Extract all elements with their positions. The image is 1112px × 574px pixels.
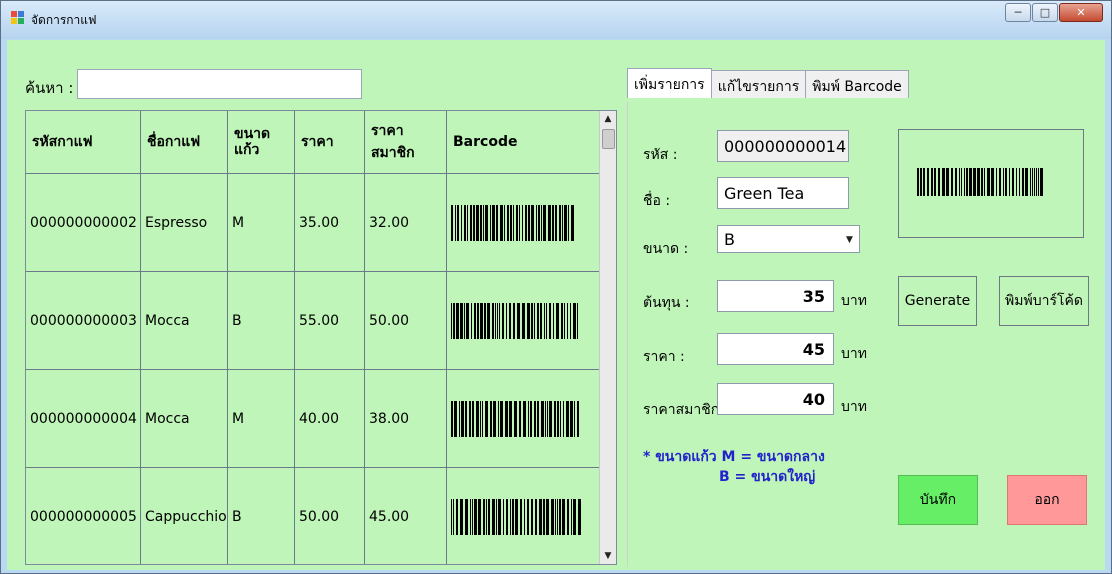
cell-price: 55.00: [295, 272, 365, 369]
scroll-up-icon[interactable]: ▲: [600, 111, 616, 127]
close-button[interactable]: ✕: [1059, 3, 1103, 22]
title-bar[interactable]: จัดการกาแฟ ─ □ ✕: [1, 1, 1111, 39]
cell-code: 000000000004: [26, 370, 141, 467]
cell-barcode: [447, 174, 601, 271]
column-header-price[interactable]: ราคา: [295, 111, 365, 173]
barcode-image: [451, 400, 601, 437]
chevron-down-icon: ▼: [846, 235, 853, 245]
cell-barcode: [447, 370, 601, 467]
column-header-barcode[interactable]: Barcode: [447, 111, 601, 173]
price-unit: บาท: [841, 346, 867, 362]
table-row[interactable]: 000000000002 Espresso M 35.00 32.00: [26, 174, 601, 272]
size-select-value: B: [724, 229, 735, 249]
tab-edit-item[interactable]: แก้ไขรายการ: [710, 70, 807, 98]
cell-size: M: [228, 370, 295, 467]
main-window: จัดการกาแฟ ─ □ ✕ ค้นหา : รหัสกาแฟ ชื่อกา…: [0, 0, 1112, 574]
table-row[interactable]: 000000000005 Cappucchio B 50.00 45.00: [26, 468, 601, 564]
code-field[interactable]: 000000000014: [717, 130, 849, 162]
barcode-image: [451, 498, 601, 535]
column-header-size[interactable]: ขนาด แก้ว: [228, 111, 295, 173]
cell-size: B: [228, 468, 295, 564]
cell-name: Mocca: [141, 370, 228, 467]
cost-unit: บาท: [841, 293, 867, 309]
cell-size: B: [228, 272, 295, 369]
exit-button[interactable]: ออก: [1007, 475, 1087, 525]
coffee-grid[interactable]: รหัสกาแฟ ชื่อกาแฟ ขนาด แก้ว ราคา ราคาสมา…: [25, 110, 617, 565]
barcode-preview: [898, 129, 1084, 238]
column-header-code[interactable]: รหัสกาแฟ: [26, 111, 141, 173]
cell-member-price: 50.00: [365, 272, 447, 369]
window-title: จัดการกาแฟ: [31, 13, 97, 27]
search-label: ค้นหา :: [25, 79, 74, 97]
cell-code: 000000000005: [26, 468, 141, 564]
generate-button[interactable]: Generate: [898, 276, 977, 326]
search-input[interactable]: [77, 69, 362, 99]
barcode-image: [451, 204, 601, 241]
cell-price: 50.00: [295, 468, 365, 564]
price-label: ราคา :: [643, 349, 685, 365]
column-header-size-line2: แก้ว: [234, 142, 260, 158]
barcode-image: [451, 302, 601, 339]
cell-name: Cappucchio: [141, 468, 228, 564]
table-row[interactable]: 000000000004 Mocca M 40.00 38.00: [26, 370, 601, 468]
tab-print-barcode[interactable]: พิมพ์ Barcode: [805, 70, 909, 98]
cell-member-price: 32.00: [365, 174, 447, 271]
cell-size: M: [228, 174, 295, 271]
size-label: ขนาด :: [643, 241, 689, 257]
name-label: ชื่อ :: [643, 193, 671, 209]
cell-barcode: [447, 468, 601, 564]
cell-code: 000000000002: [26, 174, 141, 271]
scroll-down-icon[interactable]: ▼: [600, 548, 616, 564]
cell-name: Mocca: [141, 272, 228, 369]
save-button[interactable]: บันทึก: [898, 475, 978, 525]
column-header-name[interactable]: ชื่อกาแฟ: [141, 111, 228, 173]
code-label: รหัส :: [643, 147, 678, 163]
minimize-icon: ─: [1014, 6, 1022, 19]
client-area: ค้นหา : รหัสกาแฟ ชื่อกาแฟ ขนาด แก้ว ราคา…: [7, 40, 1105, 570]
member-price-unit: บาท: [841, 399, 867, 415]
price-field[interactable]: 45: [717, 333, 834, 365]
scroll-thumb[interactable]: [602, 129, 615, 149]
member-price-field[interactable]: 40: [717, 383, 834, 415]
cost-field[interactable]: 35: [717, 280, 834, 312]
member-price-label: ราคาสมาชิก :: [643, 402, 729, 418]
cell-price: 35.00: [295, 174, 365, 271]
size-note-line1: * ขนาดแก้ว M = ขนาดกลาง: [643, 449, 825, 465]
grid-header: รหัสกาแฟ ชื่อกาแฟ ขนาด แก้ว ราคา ราคาสมา…: [26, 111, 601, 174]
table-row[interactable]: 000000000003 Mocca B 55.00 50.00: [26, 272, 601, 370]
grid-scrollbar[interactable]: ▲ ▼: [599, 111, 616, 564]
maximize-icon: □: [1039, 6, 1051, 19]
size-select[interactable]: B ▼: [717, 225, 860, 253]
app-icon: [11, 11, 25, 25]
print-barcode-button[interactable]: พิมพ์บาร์โค้ด: [999, 276, 1089, 326]
cell-name: Espresso: [141, 174, 228, 271]
cost-label: ต้นทุน :: [643, 295, 690, 311]
column-header-size-line1: ขนาด: [234, 126, 271, 142]
cell-member-price: 38.00: [365, 370, 447, 467]
tab-strip: เพิ่มรายการ แก้ไขรายการ พิมพ์ Barcode: [627, 68, 909, 98]
name-field[interactable]: Green Tea: [717, 177, 849, 209]
tab-add-item[interactable]: เพิ่มรายการ: [627, 68, 712, 98]
cell-barcode: [447, 272, 601, 369]
maximize-button[interactable]: □: [1032, 3, 1058, 22]
minimize-button[interactable]: ─: [1005, 3, 1031, 22]
cell-price: 40.00: [295, 370, 365, 467]
barcode-preview-image: [917, 168, 1067, 196]
cell-code: 000000000003: [26, 272, 141, 369]
cell-member-price: 45.00: [365, 468, 447, 564]
size-note-line2: B = ขนาดใหญ่: [719, 469, 816, 485]
close-icon: ✕: [1076, 6, 1086, 19]
column-header-member-price[interactable]: ราคาสมาชิก: [365, 111, 447, 173]
